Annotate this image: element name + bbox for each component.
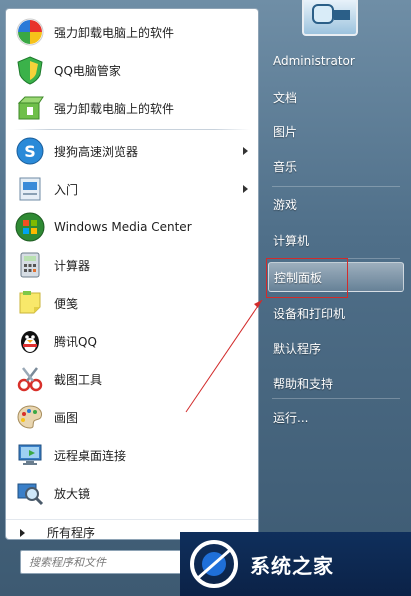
computer-link[interactable]: 计算机 (268, 225, 404, 255)
divider (272, 398, 400, 399)
sticky-note-icon (14, 287, 46, 319)
submenu-arrow-icon (243, 147, 248, 155)
annotation-highlight-box (266, 258, 348, 298)
program-label: 强力卸载电脑上的软件 (54, 101, 175, 116)
games-link[interactable]: 游戏 (268, 189, 404, 219)
monitor-icon (312, 4, 334, 24)
program-item-uninstaller-2[interactable]: 强力卸载电脑上的软件 (6, 89, 258, 127)
all-programs-label: 所有程序 (47, 526, 96, 540)
sogou-browser-icon: S (14, 135, 46, 167)
shield-icon (14, 54, 46, 86)
program-label: 搜狗高速浏览器 (54, 144, 139, 159)
site-logo-icon (190, 540, 238, 588)
site-watermark: 系统之家 (180, 532, 411, 596)
remote-desktop-icon (14, 439, 46, 471)
penguin-icon (14, 325, 46, 357)
palette-icon (14, 401, 46, 433)
uninstall-box-icon (14, 92, 46, 124)
program-label: 截图工具 (54, 372, 103, 387)
program-label: 强力卸载电脑上的软件 (54, 25, 175, 40)
program-item-magnifier[interactable]: 放大镜 (6, 474, 258, 512)
program-item-remote-desktop[interactable]: 远程桌面连接 (6, 436, 258, 474)
program-label: QQ电脑管家 (54, 63, 121, 78)
program-label: 画图 (54, 410, 79, 425)
program-item-snipping-tool[interactable]: 截图工具 (6, 360, 258, 398)
program-label: 计算器 (54, 258, 91, 273)
magnifier-icon (14, 477, 46, 509)
default-programs-link[interactable]: 默认程序 (268, 333, 404, 363)
program-label: Windows Media Center (54, 220, 192, 234)
getting-started-icon (14, 173, 46, 205)
keyboard-icon (334, 10, 350, 20)
documents-link[interactable]: 文档 (268, 82, 404, 112)
start-menu: 强力卸载电脑上的软件 QQ电脑管家 强力卸载电脑上的软件 S 搜狗高速浏览器 入… (0, 0, 411, 596)
program-item-tencent-qq[interactable]: 腾讯QQ (6, 322, 258, 360)
pictures-link[interactable]: 图片 (268, 116, 404, 146)
user-picture[interactable] (302, 0, 358, 36)
submenu-arrow-icon (243, 185, 248, 193)
program-item-sticky-notes[interactable]: 便笺 (6, 284, 258, 322)
program-item-media-center[interactable]: Windows Media Center (6, 208, 258, 246)
pinwheel-icon (14, 16, 46, 48)
run-link[interactable]: 运行... (268, 402, 404, 432)
help-support-link[interactable]: 帮助和支持 (268, 368, 404, 398)
right-pane: Administrator 文档 图片 音乐 游戏 计算机 控制面板 设备和打印… (262, 0, 411, 596)
svg-text:S: S (24, 142, 36, 161)
divider (272, 186, 400, 187)
arrow-right-icon (20, 528, 25, 537)
music-link[interactable]: 音乐 (268, 151, 404, 181)
program-list: 强力卸载电脑上的软件 QQ电脑管家 强力卸载电脑上的软件 S 搜狗高速浏览器 入… (6, 13, 258, 512)
program-label: 远程桌面连接 (54, 448, 127, 463)
program-item-uninstaller[interactable]: 强力卸载电脑上的软件 (6, 13, 258, 51)
watermark-text: 系统之家 (250, 553, 334, 578)
program-label: 腾讯QQ (54, 334, 97, 349)
program-label: 入门 (54, 182, 79, 197)
program-pane: 强力卸载电脑上的软件 QQ电脑管家 强力卸载电脑上的软件 S 搜狗高速浏览器 入… (5, 8, 259, 540)
program-item-qq-pc-manager[interactable]: QQ电脑管家 (6, 51, 258, 89)
program-item-paint[interactable]: 画图 (6, 398, 258, 436)
windows-logo-icon (14, 211, 46, 243)
scissors-icon (14, 363, 46, 395)
program-label: 便笺 (54, 296, 79, 311)
program-item-calculator[interactable]: 计算器 (6, 246, 258, 284)
program-label: 放大镜 (54, 486, 91, 501)
user-name-link[interactable]: Administrator (268, 46, 404, 76)
program-item-getting-started[interactable]: 入门 (6, 170, 258, 208)
calculator-icon (14, 249, 46, 281)
divider (14, 129, 250, 130)
program-item-sogou-browser[interactable]: S 搜狗高速浏览器 (6, 132, 258, 170)
devices-printers-link[interactable]: 设备和打印机 (268, 298, 404, 328)
